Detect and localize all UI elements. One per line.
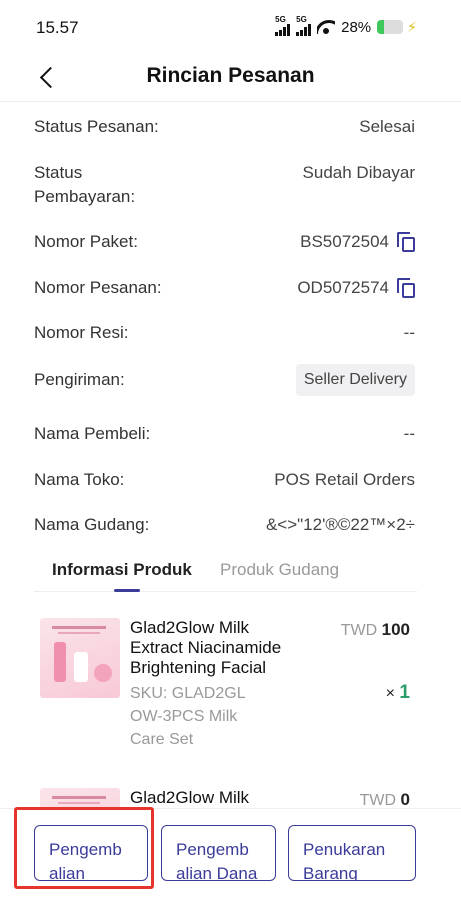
product-quantity: × 1 [385,682,410,703]
detail-value: Seller Delivery [295,364,415,396]
detail-label: Status Pembayaran: [34,163,136,206]
app-header: Rincian Pesanan [0,56,461,102]
return-button[interactable]: Pengemb alian [34,825,148,881]
delivery-chip: Seller Delivery [295,364,415,396]
detail-value: &<>"12'®©22™×2÷ [265,515,415,534]
product-image [40,618,120,698]
detail-value: POS Retail Orders [274,470,415,489]
tab-produk-gudang[interactable]: Produk Gudang [220,560,339,580]
battery-icon [377,20,404,34]
detail-label: Pengiriman: [34,370,125,389]
detail-label: Status Pesanan: [34,117,159,136]
detail-label: Nomor Resi: [34,323,129,342]
detail-value: BS5072504 [300,230,415,254]
product-name: Glad2Glow Milk Extract Niacinamide Brigh… [130,618,282,677]
detail-label: Nomor Paket: [34,232,138,251]
wifi-icon [317,20,336,34]
detail-value: OD5072574 [297,276,415,300]
detail-label: Nama Pembeli: [34,424,151,443]
page-title: Rincian Pesanan [146,64,315,87]
tab-informasi-produk[interactable]: Informasi Produk [52,560,192,580]
cellular-signal-icon-2: 5G [296,15,312,36]
copy-icon[interactable] [397,232,415,252]
product-item[interactable]: Glad2Glow Milk Extract Niacinamide Brigh… [40,618,420,758]
detail-label: Nama Toko: [34,470,125,489]
detail-value: -- [403,323,415,342]
status-bar: 15.57 5G 5G 28% ⚡ [0,0,461,56]
charging-bolt-icon: ⚡ [407,18,417,35]
refund-button[interactable]: Pengemb alian Dana [161,825,276,881]
detail-row-nomor-resi: Nomor Resi: -- [34,321,415,345]
status-icons: 5G 5G 28% ⚡ [275,15,417,36]
product-price: TWD 0 [359,790,410,809]
status-time: 15.57 [36,18,79,37]
detail-row-nama-pembeli: Nama Pembeli: -- [34,422,415,446]
detail-value: Sudah Dibayar [302,163,415,182]
product-sku: SKU: GLAD2GL OW-3PCS Milk Care Set [130,685,246,748]
bottom-action-bar: Pengemb alian Pengemb alian Dana Penukar… [0,808,461,909]
detail-value: -- [403,424,415,443]
detail-row-status-pembayaran: Status Pembayaran: Sudah Dibayar [34,161,415,209]
copy-icon[interactable] [397,278,415,298]
product-tabs: Informasi Produk Produk Gudang [34,556,417,592]
active-tab-indicator [114,589,140,592]
detail-row-status-pesanan: Status Pesanan: Selesai [34,115,415,139]
exchange-button[interactable]: Penukaran Barang [288,825,416,881]
product-price: TWD 100 [340,620,410,639]
detail-row-nomor-pesanan: Nomor Pesanan: OD5072574 [34,276,415,300]
product-name: Glad2Glow Milk [130,788,250,807]
detail-row-nomor-paket: Nomor Paket: BS5072504 [34,230,415,254]
cellular-signal-icon: 5G [275,15,291,36]
detail-row-nama-gudang: Nama Gudang: &<>"12'®©22™×2÷ [34,513,415,537]
battery-percent: 28% [341,18,372,36]
detail-label: Nama Gudang: [34,515,150,534]
detail-label: Nomor Pesanan: [34,278,162,297]
detail-value: Selesai [359,117,415,136]
detail-row-pengiriman: Pengiriman: Seller Delivery [34,364,415,400]
detail-row-nama-toko: Nama Toko: POS Retail Orders [34,468,415,492]
